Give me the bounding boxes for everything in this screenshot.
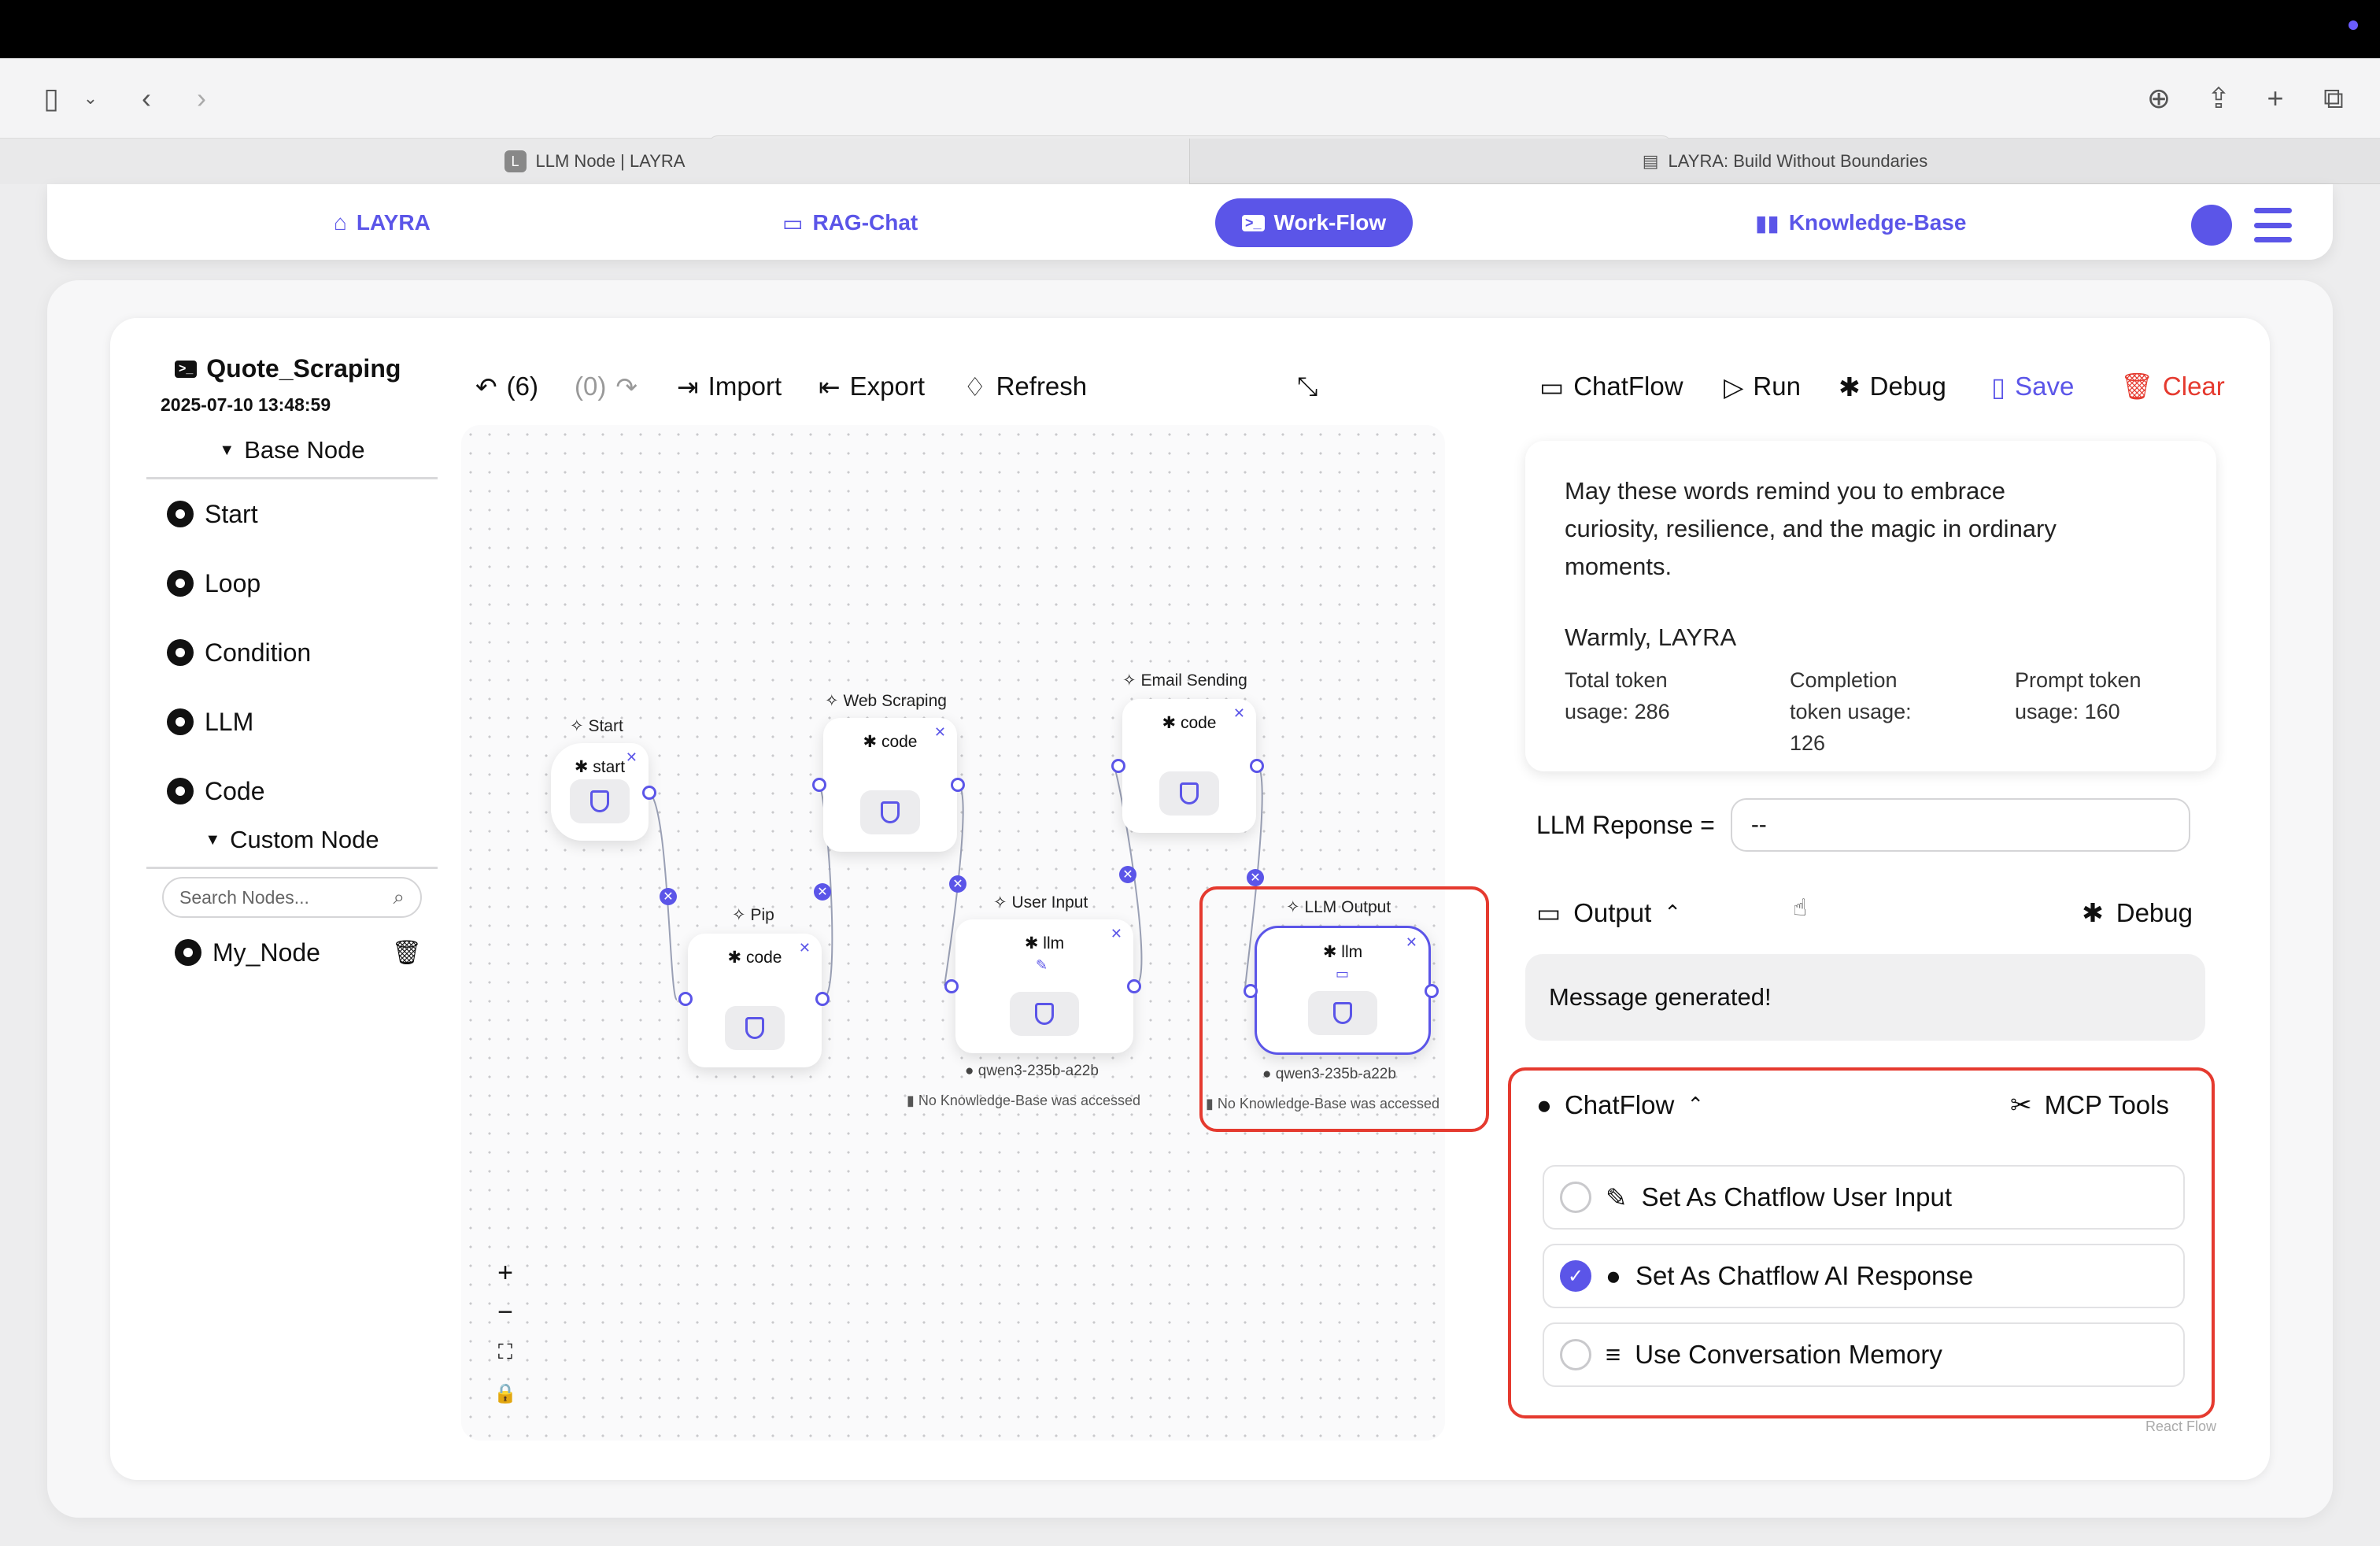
- node-icon: ✧: [825, 692, 844, 710]
- node-handle[interactable]: [1111, 759, 1125, 773]
- total-token-usage: Total token usage: 286: [1565, 668, 1670, 723]
- node-icon: ✧: [1122, 671, 1141, 690]
- node-body: [1159, 771, 1219, 816]
- token-usage: Total token usage: 286 Completion token …: [1565, 664, 2177, 759]
- output-debug-button[interactable]: ✱ Debug: [2082, 897, 2193, 928]
- shield-icon: [881, 801, 900, 823]
- shield-icon: [590, 790, 609, 812]
- node-icon: ✧: [993, 893, 1012, 912]
- edge-delete-icon[interactable]: ✕: [660, 888, 677, 905]
- edge-delete-icon[interactable]: ✕: [814, 883, 831, 901]
- node-body: [1010, 992, 1079, 1036]
- node-body: [570, 779, 630, 823]
- close-icon[interactable]: ✕: [1111, 926, 1122, 942]
- flow-node-pip[interactable]: ✱ code ✕: [688, 934, 822, 1067]
- flow-node-email-sending[interactable]: ✱ code ✕: [1122, 699, 1256, 833]
- completion-token-usage: Completion token usage: 126: [1790, 668, 1912, 755]
- model-icon: ●: [965, 1063, 978, 1079]
- message-signature: Warmly, LAYRA: [1565, 623, 1737, 651]
- close-icon[interactable]: ✕: [626, 749, 638, 766]
- node-title-start: ✧ Start: [570, 716, 623, 736]
- model-name: qwen3-235b-a22b: [978, 1063, 1099, 1079]
- shield-icon: [1180, 782, 1199, 804]
- llm-response-row: LLM Reponse = --: [1536, 798, 2190, 852]
- react-flow-attribution[interactable]: React Flow: [2145, 1418, 2216, 1435]
- edge-delete-icon[interactable]: ✕: [949, 875, 966, 893]
- fit-view-button[interactable]: ⛶: [488, 1340, 523, 1365]
- kb-text: No Knowledge-Base was accessed: [918, 1093, 1141, 1108]
- zoom-out-button[interactable]: −: [488, 1297, 523, 1328]
- node-title-pip: ✧ Pip: [732, 905, 774, 925]
- node-handle[interactable]: [678, 992, 693, 1006]
- node-handle[interactable]: [944, 979, 959, 993]
- llm-response-input[interactable]: --: [1730, 798, 2190, 852]
- message-line: May these words remind you to embrace: [1565, 477, 2005, 505]
- bug-icon: ✱: [2082, 898, 2104, 927]
- book-icon: ▮: [907, 1093, 918, 1108]
- node-title: Email Sending: [1140, 671, 1247, 690]
- node-handle[interactable]: [815, 992, 830, 1006]
- output-toggle[interactable]: ▭ Output ⌃: [1536, 897, 1681, 928]
- node-type-label: llm: [1043, 934, 1065, 952]
- node-model: ● qwen3-235b-a22b: [965, 1063, 1099, 1080]
- edge-delete-icon[interactable]: ✕: [1119, 866, 1136, 883]
- cursor-hand-icon: ☝: [1793, 895, 1808, 921]
- edit-icon: ✎: [1036, 957, 1048, 973]
- highlight-chatflow-options: [1508, 1067, 2215, 1418]
- close-icon[interactable]: ✕: [934, 724, 946, 741]
- output-header: ▭ Output ⌃ ✱ Debug: [1536, 897, 2216, 928]
- node-handle[interactable]: [812, 778, 826, 792]
- node-title-web-scraping: ✧ Web Scraping: [825, 691, 947, 711]
- output-message: Message generated!: [1525, 954, 2205, 1041]
- node-handle[interactable]: [642, 786, 656, 800]
- flow-node-web-scraping[interactable]: ✱ code ✕: [823, 718, 957, 852]
- node-type-label: code: [881, 733, 918, 751]
- node-type-label: code: [1180, 714, 1217, 732]
- flow-node-user-input[interactable]: ✱ llm ✎ ✕: [955, 919, 1133, 1053]
- node-kb-status: ▮ No Knowledge-Base was accessed: [907, 1093, 1140, 1109]
- shield-icon: [745, 1017, 764, 1039]
- chevron-up-icon: ⌃: [1664, 901, 1682, 924]
- monitor-icon: ▭: [1536, 898, 1561, 927]
- flow-node-start[interactable]: ✱ start ✕: [551, 743, 649, 841]
- shield-icon: [1035, 1003, 1054, 1025]
- close-icon[interactable]: ✕: [799, 940, 811, 956]
- message-line: curiosity, resilience, and the magic in …: [1565, 515, 2057, 542]
- node-title: Web Scraping: [843, 692, 947, 710]
- node-handle[interactable]: [1250, 759, 1264, 773]
- node-title: Pip: [750, 906, 774, 924]
- zoom-in-button[interactable]: +: [488, 1258, 523, 1289]
- node-handle[interactable]: [1127, 979, 1141, 993]
- node-type: ✱ llm: [1024, 934, 1065, 952]
- edge-delete-icon[interactable]: ✕: [1247, 869, 1264, 886]
- lock-button[interactable]: 🔒: [488, 1382, 523, 1405]
- close-icon[interactable]: ✕: [1233, 705, 1245, 722]
- node-icon: ✧: [570, 717, 589, 735]
- node-handle[interactable]: [951, 778, 965, 792]
- node-title-email-sending: ✧ Email Sending: [1122, 671, 1247, 690]
- node-title: User Input: [1011, 893, 1088, 912]
- node-type-label: start: [593, 758, 626, 776]
- node-body: [725, 1006, 785, 1050]
- message-line: moments.: [1565, 553, 1672, 580]
- debug-label: Debug: [2116, 897, 2193, 927]
- llm-response-label: LLM Reponse =: [1536, 810, 1715, 839]
- node-title-user-input: ✧ User Input: [993, 893, 1088, 912]
- highlight-llm-output: [1199, 886, 1489, 1132]
- node-type-label: code: [745, 949, 782, 967]
- node-title: Start: [588, 717, 623, 735]
- output-label: Output: [1573, 897, 1652, 927]
- prompt-token-usage: Prompt token usage: 160: [2015, 668, 2142, 723]
- node-icon: ✧: [732, 906, 751, 924]
- llm-message-card: May these words remind you to embrace cu…: [1525, 441, 2216, 771]
- node-body: [860, 790, 920, 834]
